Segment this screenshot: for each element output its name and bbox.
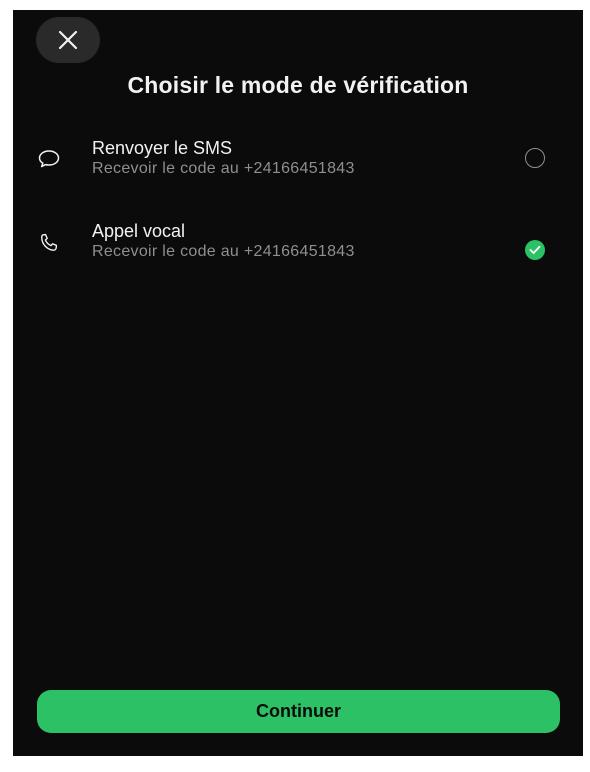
- continue-button[interactable]: Continuer: [37, 690, 560, 733]
- option-sublabel: Recevoir le code au +24166451843: [92, 160, 355, 177]
- option-sublabel: Recevoir le code au +24166451843: [92, 243, 355, 260]
- close-button[interactable]: [36, 17, 100, 63]
- verification-method-screen: Choisir le mode de vérification Renvoyer…: [13, 10, 583, 756]
- option-resend-sms[interactable]: Renvoyer le SMS Recevoir le code au +241…: [13, 137, 583, 193]
- checkmark-icon: [529, 245, 541, 254]
- close-icon: [58, 30, 78, 50]
- radio-selected[interactable]: [525, 240, 545, 260]
- phone-icon: [37, 231, 61, 255]
- page-title: Choisir le mode de vérification: [127, 72, 469, 98]
- option-label: Renvoyer le SMS: [92, 138, 233, 158]
- option-label: Appel vocal: [92, 221, 186, 241]
- option-voice-call[interactable]: Appel vocal Recevoir le code au +2416645…: [13, 220, 583, 276]
- radio-unselected[interactable]: [525, 148, 545, 168]
- chat-bubble-icon: [37, 147, 61, 171]
